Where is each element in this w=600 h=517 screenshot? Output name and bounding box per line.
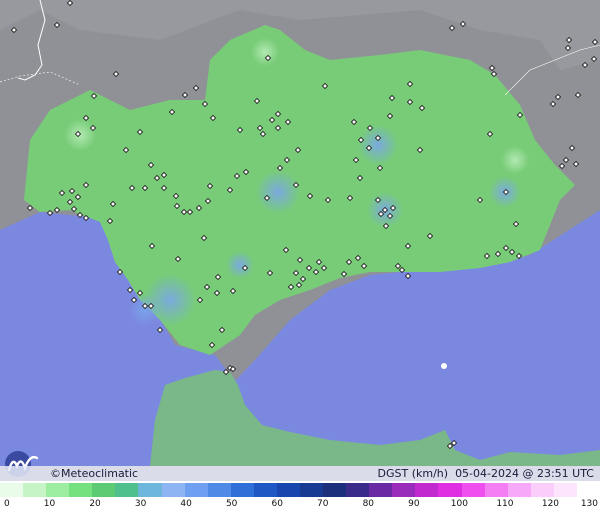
scale-ticks: 0 10 20 30 40 50 60 70 80 90 100 110 120 130 (0, 499, 600, 513)
color-scale: 0 10 20 30 40 50 60 70 80 90 100 110 120 130 (0, 481, 600, 517)
scale-tick-label: 10 (43, 499, 56, 509)
scale-tick-label: 20 (89, 499, 101, 509)
scale-swatch (530, 483, 554, 497)
scale-tick-label: 90 (408, 499, 420, 509)
scale-swatch (576, 483, 600, 497)
gust-hotspot (358, 125, 398, 165)
scale-tick-label: 100 (450, 499, 468, 509)
scale-swatch (0, 483, 24, 497)
scale-swatch (507, 483, 531, 497)
scale-tick-label: 40 (180, 499, 192, 509)
scale-tick-label: 0 (4, 499, 10, 509)
gust-hotspot (226, 251, 254, 279)
timestamp-label: 05-04-2024 @ 23:51 UTC (455, 467, 594, 480)
scale-swatch (92, 483, 116, 497)
product-info: DGST (km/h) 05-04-2024 @ 23:51 UTC (378, 467, 594, 480)
weather-map: ©Meteoclimatic DGST (km/h) 05-04-2024 @ … (0, 0, 600, 517)
scale-tick-label: 30 (134, 499, 147, 509)
scale-swatch (69, 483, 93, 497)
map-canvas (0, 0, 600, 466)
gust-hotspot (256, 170, 300, 214)
scale-swatch (276, 483, 301, 497)
scale-swatch (323, 483, 347, 497)
scale-swatch (346, 483, 370, 497)
scale-swatch (184, 483, 208, 497)
product-label: DGST (km/h) (377, 467, 449, 480)
brand-label: ©Meteoclimatic (50, 467, 139, 480)
scale-swatch (115, 483, 139, 497)
scale-swatch (46, 483, 70, 497)
scale-swatch (253, 483, 277, 497)
info-bar: ©Meteoclimatic DGST (km/h) 05-04-2024 @ … (0, 466, 600, 481)
scale-swatch (207, 483, 231, 497)
scale-tick-label: 110 (496, 499, 514, 509)
scale-tick-label: 120 (541, 499, 560, 509)
scale-swatch (230, 483, 254, 497)
alboran-island (441, 363, 447, 369)
scale-swatches (0, 483, 600, 497)
calm-area (501, 146, 529, 174)
scale-swatch (161, 483, 185, 497)
scale-tick-label: 50 (225, 499, 238, 509)
scale-swatch (300, 483, 324, 497)
scale-swatch (553, 483, 577, 497)
scale-swatch (438, 483, 462, 497)
scale-swatch (484, 483, 508, 497)
scale-swatch (138, 483, 162, 497)
scale-swatch (392, 483, 416, 497)
scale-swatch (23, 483, 47, 497)
scale-swatch (415, 483, 439, 497)
scale-tick-label: 70 (317, 499, 329, 509)
scale-tick-label: 80 (362, 499, 375, 509)
scale-swatch (461, 483, 485, 497)
calm-area (251, 38, 279, 66)
scale-swatch (369, 483, 393, 497)
scale-tick-label: 130 (580, 499, 598, 509)
scale-tick-label: 60 (271, 499, 283, 509)
